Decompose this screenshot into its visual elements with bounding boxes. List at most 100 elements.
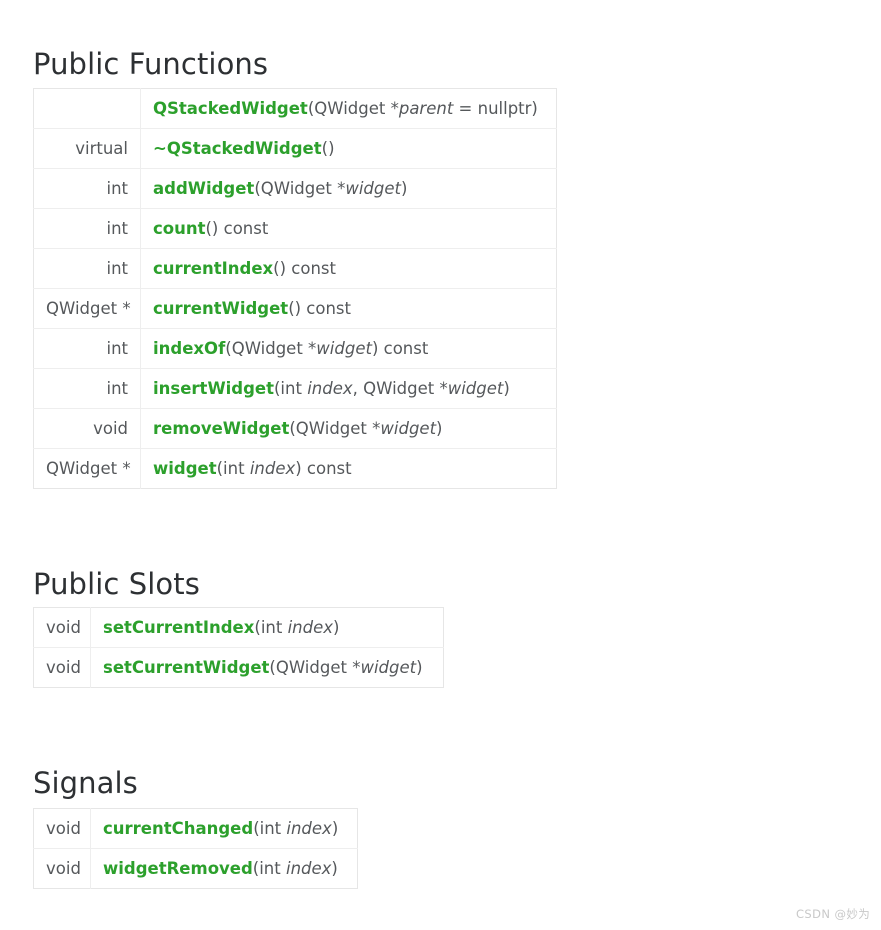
signature-text: (int xyxy=(252,858,286,878)
signature-cell: setCurrentIndex(int index) xyxy=(90,607,444,648)
function-name-link[interactable]: currentWidget xyxy=(153,299,288,318)
public-functions-table-body: QStackedWidget(QWidget *parent = nullptr… xyxy=(33,88,557,489)
signature-text: ) xyxy=(333,617,340,637)
table-row: void removeWidget(QWidget *widget) xyxy=(33,408,557,449)
signature-text: (QWidget * xyxy=(254,178,346,198)
signature-text: (int xyxy=(216,458,250,478)
public-functions-table: QStackedWidget(QWidget *parent = nullptr… xyxy=(33,88,557,489)
return-type-cell: int xyxy=(33,328,141,369)
function-name-link[interactable]: count xyxy=(153,219,206,238)
signature-text: ) xyxy=(331,818,339,838)
function-name-link[interactable]: widget xyxy=(153,459,217,478)
table-row: int count() const xyxy=(33,208,557,249)
signature-cell: count() const xyxy=(140,208,557,249)
table-row: void setCurrentWidget(QWidget *widget) xyxy=(33,647,444,688)
table-row: int addWidget(QWidget *widget) xyxy=(33,168,557,209)
function-name-link[interactable]: widgetRemoved xyxy=(103,859,253,878)
function-name-link[interactable]: setCurrentWidget xyxy=(103,658,269,677)
table-row: void currentChanged(int index) xyxy=(33,808,358,849)
signature-text: ) xyxy=(416,657,423,677)
signals-table-body: void currentChanged(int index) void widgetR… xyxy=(33,808,358,889)
public-slots-table-body: void setCurrentIndex(int index) void setCur… xyxy=(33,607,444,688)
signature-cell: indexOf(QWidget *widget) const xyxy=(140,328,557,369)
signature-text: ) xyxy=(401,178,408,198)
signature-text: ) const xyxy=(371,338,429,358)
function-name-link[interactable]: setCurrentIndex xyxy=(103,618,254,637)
return-type-cell: QWidget * xyxy=(33,448,141,489)
signature-text: , QWidget * xyxy=(352,378,448,398)
signature-text: () const xyxy=(273,258,336,278)
signature-text: (int xyxy=(253,818,287,838)
function-name-link[interactable]: addWidget xyxy=(153,179,254,198)
signature-cell: QStackedWidget(QWidget *parent = nullptr… xyxy=(140,88,557,129)
page-title-public-slots: Public Slots xyxy=(33,567,200,602)
signature-cell: addWidget(QWidget *widget) xyxy=(140,168,557,209)
public-slots-table: void setCurrentIndex(int index) void setCur… xyxy=(33,607,444,688)
return-type-cell: void xyxy=(33,647,91,688)
signature-text: ) xyxy=(436,418,443,438)
return-type-cell: int xyxy=(33,368,141,409)
return-type-cell: void xyxy=(33,607,91,648)
parameter-name: index xyxy=(249,458,296,478)
parameter-name: index xyxy=(287,617,334,637)
return-type-cell: int xyxy=(33,208,141,249)
signature-cell: currentWidget() const xyxy=(140,288,557,329)
table-row: int currentIndex() const xyxy=(33,248,557,289)
function-name-link[interactable]: indexOf xyxy=(153,339,225,358)
signature-text: = nullptr) xyxy=(453,98,538,118)
table-row: void widgetRemoved(int index) xyxy=(33,848,358,889)
signature-cell: currentIndex() const xyxy=(140,248,557,289)
table-row: QWidget * widget(int index) const xyxy=(33,448,557,489)
signature-text: () const xyxy=(205,218,269,238)
function-name-link[interactable]: currentChanged xyxy=(103,819,253,838)
signature-cell: ~QStackedWidget() xyxy=(140,128,557,169)
return-type-cell: void xyxy=(33,848,91,889)
return-type-cell: void xyxy=(33,408,141,449)
parameter-name: index xyxy=(285,858,332,878)
parameter-name: widget xyxy=(380,418,437,438)
parameter-name: parent xyxy=(398,98,454,118)
signals-table: void currentChanged(int index) void widgetR… xyxy=(33,808,358,889)
signature-cell: setCurrentWidget(QWidget *widget) xyxy=(90,647,444,688)
signature-text: (QWidget * xyxy=(269,657,361,677)
signature-text: ) const xyxy=(295,458,352,478)
table-row: int indexOf(QWidget *widget) const xyxy=(33,328,557,369)
return-type-cell: int xyxy=(33,248,141,289)
function-name-link[interactable]: insertWidget xyxy=(153,379,274,398)
function-name-link[interactable]: ~QStackedWidget xyxy=(153,139,322,158)
signature-cell: widgetRemoved(int index) xyxy=(90,848,358,889)
parameter-name: widget xyxy=(360,657,417,677)
signature-text: () xyxy=(321,138,335,158)
signature-text: (int xyxy=(254,617,288,637)
parameter-name: widget xyxy=(345,178,401,198)
function-name-link[interactable]: QStackedWidget xyxy=(153,99,308,118)
signature-cell: widget(int index) const xyxy=(140,448,557,489)
watermark: CSDN @妙为 xyxy=(796,907,871,921)
return-type-cell: virtual xyxy=(33,128,141,169)
signature-cell: insertWidget(int index, QWidget *widget) xyxy=(140,368,557,409)
signature-text: ) xyxy=(331,858,338,878)
function-name-link[interactable]: removeWidget xyxy=(153,419,289,438)
table-row: int insertWidget(int index, QWidget *widg… xyxy=(33,368,557,409)
signature-text: (int xyxy=(274,378,308,398)
function-name-link[interactable]: currentIndex xyxy=(153,259,273,278)
signature-cell: currentChanged(int index) xyxy=(90,808,358,849)
return-type-cell: void xyxy=(33,808,91,849)
parameter-name: index xyxy=(286,818,332,838)
signature-text: (QWidget * xyxy=(307,98,399,118)
table-row: QStackedWidget(QWidget *parent = nullptr… xyxy=(33,88,557,129)
signature-text: () const xyxy=(288,298,351,318)
table-row: virtual ~QStackedWidget() xyxy=(33,128,557,169)
return-type-cell: QWidget * xyxy=(33,288,141,329)
page-title-signals: Signals xyxy=(33,766,138,801)
signature-cell: removeWidget(QWidget *widget) xyxy=(140,408,557,449)
parameter-name: widget xyxy=(316,338,372,358)
signature-text: (QWidget * xyxy=(225,338,317,358)
parameter-name: widget xyxy=(447,378,504,398)
signature-text: ) xyxy=(503,378,510,398)
documentation-page: Public Functions QStackedWidget(QWidget … xyxy=(0,0,881,930)
return-type-cell xyxy=(33,88,141,129)
return-type-cell: int xyxy=(33,168,141,209)
table-row: QWidget * currentWidget() const xyxy=(33,288,557,329)
signature-text: (QWidget * xyxy=(289,418,381,438)
